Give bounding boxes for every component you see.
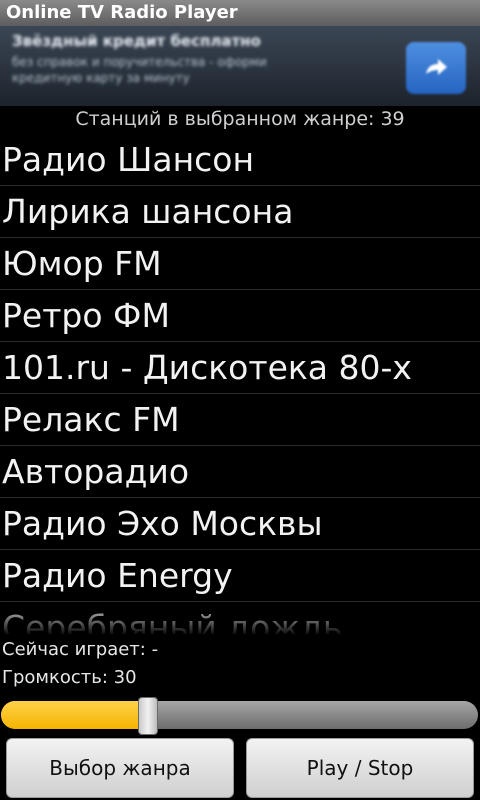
ad-text[interactable]: без справок и поручительства - оформи кр… <box>12 54 404 86</box>
ad-text-line2[interactable]: кредитную карту за минуту <box>12 70 404 86</box>
station-item[interactable]: Радио Эхо Москвы <box>0 498 480 550</box>
station-item[interactable]: Релакс FM <box>0 394 480 446</box>
station-item[interactable]: Ретро ФМ <box>0 290 480 342</box>
ad-title[interactable]: Звёздный кредит бесплатно <box>12 32 404 50</box>
ad-content[interactable]: Звёздный кредит бесплатно без справок и … <box>12 32 404 100</box>
volume-thumb[interactable] <box>138 697 158 735</box>
station-list[interactable]: Радио Шансон Лирика шансона Юмор FM Ретр… <box>0 134 480 634</box>
genre-select-button[interactable]: Выбор жанра <box>6 738 234 798</box>
station-item[interactable]: Радио Energy <box>0 550 480 602</box>
volume-slider[interactable] <box>0 697 480 735</box>
ad-banner[interactable]: Звёздный кредит бесплатно без справок и … <box>0 26 480 106</box>
station-item[interactable]: 101.ru - Дискотека 80-х <box>0 342 480 394</box>
now-playing-label: Сейчас играет: - <box>2 639 159 660</box>
arrow-right-icon <box>426 59 447 75</box>
station-item[interactable]: Авторадио <box>0 446 480 498</box>
station-item[interactable]: Серебряный дождь <box>0 602 480 634</box>
ad-text-line1[interactable]: без справок и поручительства - оформи <box>12 54 404 70</box>
app-title: Online TV Radio Player <box>6 2 238 23</box>
station-count: Станций в выбранном жанре: 39 <box>75 108 405 130</box>
title-bar: Online TV Radio Player <box>0 0 480 27</box>
play-stop-button[interactable]: Play / Stop <box>246 738 474 798</box>
ad-arrow-button[interactable] <box>406 42 466 94</box>
station-item[interactable]: Лирика шансона <box>0 186 480 238</box>
station-item[interactable]: Юмор FM <box>0 238 480 290</box>
volume-label: Громкость: 30 <box>2 667 137 688</box>
volume-fill <box>1 701 146 729</box>
station-item[interactable]: Радио Шансон <box>0 134 480 186</box>
